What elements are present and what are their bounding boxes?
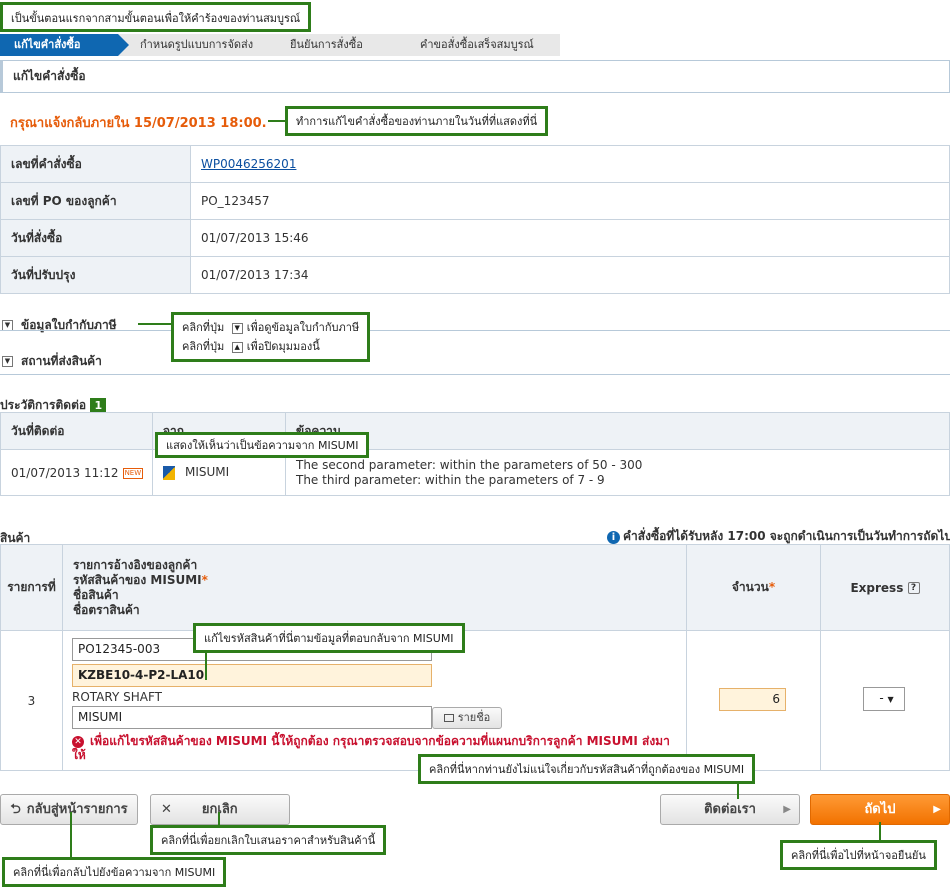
history-from: MISUMI bbox=[185, 465, 230, 480]
order-date-label: วันที่สั่งซื้อ bbox=[0, 219, 191, 257]
history-message-line: The third parameter: within the paramete… bbox=[296, 472, 605, 487]
col-date: วันที่ติดต่อ bbox=[0, 412, 153, 450]
step-shipping-method: กำหนดรูปแบบการจัดส่ง bbox=[118, 34, 279, 56]
callout-next: คลิกที่นี่เพื่อไปที่หน้าจอยืนยัน bbox=[780, 840, 937, 870]
play-arrow-icon: ▶ bbox=[783, 804, 791, 815]
error-icon: ✕ bbox=[72, 735, 84, 748]
order-number-link[interactable]: WP0046256201 bbox=[201, 157, 296, 171]
collapse-icon: ▲ bbox=[231, 341, 243, 353]
progress-steps: แก้ไขคำสั่งซื้อ กำหนดรูปแบบการจัดส่ง ยืน… bbox=[0, 34, 560, 56]
product-name: ROTARY SHAFT bbox=[72, 690, 162, 704]
quantity-input[interactable]: 6 bbox=[719, 688, 786, 711]
callout-from-misumi: แสดงให้เห็นว่าเป็นข้อความจาก MISUMI bbox=[155, 432, 370, 458]
expand-icon: ▼ bbox=[231, 322, 243, 334]
order-number-label: เลขที่คำสั่งซื้อ bbox=[0, 145, 191, 183]
play-arrow-icon: ▶ bbox=[933, 804, 941, 815]
history-date: 01/07/2013 11:12 bbox=[11, 465, 119, 480]
back-to-list-button[interactable]: ⮌ กลับสู่หน้ารายการ bbox=[0, 794, 138, 825]
back-arrow-icon: ⮌ bbox=[10, 802, 21, 817]
po-number-label: เลขที่ PO ของลูกค้า bbox=[0, 182, 191, 220]
misumi-logo-icon bbox=[163, 465, 175, 480]
step-edit-order: แก้ไขคำสั่งซื้อ bbox=[0, 34, 129, 56]
item-number: 3 bbox=[0, 630, 63, 771]
col-express: Express ? bbox=[820, 544, 950, 631]
misumi-code-input[interactable]: KZBE10-4-P2-LA10 bbox=[72, 664, 432, 687]
section-header: แก้ไขคำสั่งซื้อ bbox=[0, 60, 950, 93]
invoice-toggle[interactable]: ▼ ข้อมูลใบกำกับภาษี bbox=[2, 316, 117, 335]
table-row: เลขที่คำสั่งซื้อ WP0046256201 bbox=[0, 145, 950, 183]
close-icon: ✕ bbox=[161, 802, 172, 817]
shipping-toggle[interactable]: ▼ สถานที่ส่งสินค้า bbox=[2, 352, 102, 371]
update-date-value: 01/07/2013 17:34 bbox=[190, 256, 950, 294]
col-message: ข้อความ bbox=[285, 412, 950, 450]
contact-us-button[interactable]: ติดต่อเรา ▶ bbox=[660, 794, 800, 825]
update-date-label: วันที่ปรับปรุง bbox=[0, 256, 191, 294]
col-item-number: รายการที่ bbox=[0, 544, 63, 631]
step-complete: คำขอสั่งซื้อเสร็จสมบูรณ์ bbox=[398, 34, 560, 56]
callout-cancel: คลิกที่นี่เพื่อยกเลิกใบเสนอราคาสำหรับสิน… bbox=[150, 825, 387, 855]
table-row: วันที่สั่งซื้อ 01/07/2013 15:46 bbox=[0, 219, 950, 257]
order-info-table: เลขที่คำสั่งซื้อ WP0046256201 เลขที่ PO ข… bbox=[0, 145, 950, 294]
order-date-value: 01/07/2013 15:46 bbox=[190, 219, 950, 257]
window-icon bbox=[443, 714, 454, 722]
reply-deadline: กรุณาแจ้งกลับภายใน 15/07/2013 18:00. bbox=[10, 116, 267, 131]
callout-back: คลิกที่นี่เพื่อกลับไปยังข้อความจาก MISUM… bbox=[2, 857, 227, 887]
next-button[interactable]: ถัดไป ▶ bbox=[810, 794, 950, 825]
brand-list-button[interactable]: รายชื่อ bbox=[432, 707, 502, 729]
po-number-value: PO_123457 bbox=[190, 182, 950, 220]
col-quantity: จำนวน* bbox=[686, 544, 821, 631]
callout-step: เป็นขั้นตอนแรกจากสามขั้นตอนเพื่อให้คำร้อ… bbox=[0, 2, 312, 32]
callout-contact: คลิกที่นี่หากท่านยังไม่แน่ใจเกี่ยวกับรหั… bbox=[418, 754, 756, 784]
callout-deadline: ทำการแก้ไขคำสั่งซื้อของท่านภายในวันที่ที… bbox=[285, 106, 549, 136]
col-product-info: รายการอ้างอิงของลูกค้า รหัสสินค้าของ MIS… bbox=[62, 544, 687, 631]
info-icon: i bbox=[607, 531, 620, 544]
table-row: เลขที่ PO ของลูกค้า PO_123457 bbox=[0, 182, 950, 220]
history-table: วันที่ติดต่อ จาก ข้อความ 01/07/2013 11:12 N… bbox=[0, 412, 950, 496]
new-badge: NEW bbox=[122, 467, 144, 479]
help-icon[interactable]: ? bbox=[907, 582, 920, 594]
expand-icon[interactable]: ▼ bbox=[2, 356, 13, 367]
table-row: 01/07/2013 11:12 NEW MISUMI The second pa… bbox=[0, 449, 950, 496]
cancel-button[interactable]: ✕ ยกเลิก bbox=[150, 794, 290, 825]
callout-fix-code: แก้ไขรหัสสินค้าที่นี่ตามข้อมูลที่ตอบกลับ… bbox=[193, 623, 465, 653]
brand-input[interactable]: MISUMI bbox=[72, 706, 432, 729]
express-select[interactable]: - ▼ bbox=[863, 687, 905, 711]
step-confirm-order: ยืนยันการสั่งซื้อ bbox=[268, 34, 409, 56]
table-row: วันที่ปรับปรุง 01/07/2013 17:34 bbox=[0, 256, 950, 294]
callout-toggle: คลิกที่ปุ่ม ▼ เพื่อดูข้อมูลใบกำกับภาษี คล… bbox=[171, 312, 371, 362]
dropdown-arrow-icon: ▼ bbox=[887, 695, 894, 704]
history-message-line: The second parameter: within the paramet… bbox=[296, 457, 643, 472]
